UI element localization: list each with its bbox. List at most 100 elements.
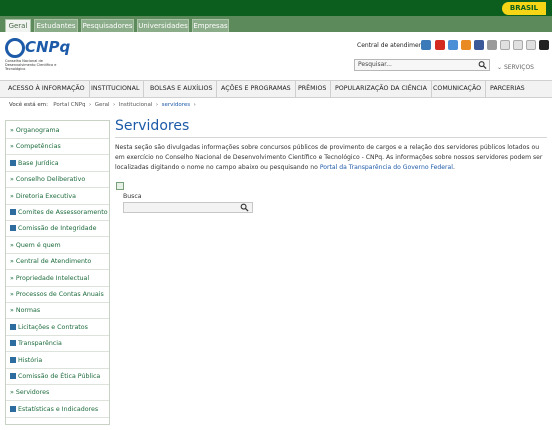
chat-icon[interactable] xyxy=(487,40,497,50)
sidebar-item[interactable]: Base Jurídica xyxy=(6,156,109,172)
bullet-icon: » xyxy=(10,291,14,298)
sidebar-item-label: Quem é quem xyxy=(15,241,61,249)
contrast-icon[interactable] xyxy=(539,40,549,50)
breadcrumb-geral[interactable]: Geral xyxy=(95,102,110,108)
document-icon xyxy=(116,182,124,190)
tab-geral[interactable]: Geral xyxy=(5,19,31,32)
nav-parcerias[interactable]: Parcerias xyxy=(486,81,529,97)
tab-pesquisadores[interactable]: Pesquisadores xyxy=(81,19,134,32)
header-search-input[interactable]: Pesquisar... xyxy=(354,59,490,71)
bullet-icon: » xyxy=(10,127,14,134)
main-nav: Acesso à informação Institucional Bolsas… xyxy=(0,80,552,98)
bullet-icon: » xyxy=(10,176,14,184)
nav-bolsas-auxilios[interactable]: Bolsas e Auxílios xyxy=(146,81,218,97)
bullet-icon: » xyxy=(10,192,14,200)
sidebar-item-label: Base Jurídica xyxy=(18,159,59,167)
rss-icon[interactable] xyxy=(461,40,471,50)
bullet-icon: » xyxy=(10,274,14,282)
expand-icon xyxy=(10,340,16,347)
breadcrumb: Você está em: Portal CNPq › Geral › Inst… xyxy=(9,102,196,108)
sidebar-item[interactable]: » Servidores xyxy=(6,385,109,402)
font-decrease-icon[interactable] xyxy=(526,40,536,50)
sidebar-item[interactable]: » Organograma xyxy=(6,123,109,139)
sidebar-item-label: Servidores xyxy=(15,389,50,397)
nav-acoes-programas[interactable]: Ações e Programas xyxy=(217,81,296,97)
youtube-icon[interactable] xyxy=(435,40,445,50)
site-header: CNPq Conselho Nacional de Desenvolviment… xyxy=(0,32,552,78)
nav-premios[interactable]: Prêmios xyxy=(294,81,332,97)
sidebar-item[interactable]: » Central de Atendimento xyxy=(6,254,109,271)
breadcrumb-label: Você está em: xyxy=(9,102,48,108)
sidebar-item-label: Diretoria Executiva xyxy=(15,192,76,200)
brasil-link[interactable]: BRASIL xyxy=(502,2,546,15)
font-size-icon[interactable] xyxy=(513,40,523,50)
portal-transparencia-link[interactable]: Portal da Transparência do Governo Feder… xyxy=(320,164,453,171)
nav-popularizacao-ciencia[interactable]: Popularização da Ciência xyxy=(331,81,432,97)
sidebar-item-label: Processos de Contas Anuais xyxy=(15,291,104,298)
sidebar-item[interactable]: » Diretoria Executiva xyxy=(6,189,109,205)
twitter-icon[interactable] xyxy=(448,40,458,50)
facebook-icon[interactable] xyxy=(474,40,484,50)
nav-acesso-informacao[interactable]: Acesso à informação xyxy=(4,81,90,97)
expand-icon xyxy=(10,405,16,412)
nav-comunicacao[interactable]: Comunicação xyxy=(429,81,487,97)
title-divider xyxy=(115,137,547,138)
busca-label: Busca xyxy=(123,193,142,200)
help-icon[interactable] xyxy=(500,40,510,50)
search-icon[interactable] xyxy=(478,60,487,70)
sidebar-item[interactable]: » Propriedade Intelectual xyxy=(6,271,109,287)
sidebar-item-label: História xyxy=(18,356,43,364)
sidebar-item-label: Estatísticas e Indicadores xyxy=(18,405,99,413)
expand-icon xyxy=(10,159,16,166)
expand-icon xyxy=(10,209,16,215)
cnpq-logo-icon[interactable] xyxy=(5,38,25,58)
sidebar-item-label: Transparência xyxy=(18,340,62,348)
sidebar-item-label: Conselho Deliberativo xyxy=(15,176,86,184)
busca-input[interactable] xyxy=(123,202,253,213)
sidebar-item-label: Normas xyxy=(15,307,41,315)
sidebar-menu: » Organograma» Competências Base Jurídica» C… xyxy=(5,120,110,425)
bullet-icon: » xyxy=(10,389,14,397)
intro-paragraph: Nesta seção são divulgadas informações s… xyxy=(115,143,547,173)
bullet-icon: » xyxy=(10,143,14,151)
logo-text[interactable]: CNPq xyxy=(25,38,70,56)
tab-universidades[interactable]: Universidades xyxy=(137,19,189,32)
breadcrumb-institucional[interactable]: Institucional xyxy=(119,102,153,108)
sidebar-item[interactable]: » Conselho Deliberativo xyxy=(6,172,109,189)
bullet-icon: » xyxy=(10,258,14,266)
tab-estudantes[interactable]: Estudantes xyxy=(34,19,78,32)
nav-institucional[interactable]: Institucional xyxy=(87,81,145,97)
gov-bar: BRASIL xyxy=(0,0,552,16)
search-placeholder: Pesquisar... xyxy=(358,61,392,68)
expand-icon xyxy=(10,373,16,379)
sidebar-item-label: Competências xyxy=(15,143,61,151)
servicos-menu[interactable]: ⌄ SERVIÇOS xyxy=(497,64,534,71)
expand-icon xyxy=(10,225,16,232)
sidebar-item-label: Comissão de Ética Pública xyxy=(18,373,101,380)
intro-text-end: . xyxy=(452,164,455,171)
sidebar-item-label: Comissão de Integridade xyxy=(18,225,97,233)
sidebar-item[interactable]: » Competências xyxy=(6,139,109,156)
sidebar-item-label: Organograma xyxy=(15,127,60,134)
sidebar-item[interactable]: Licitações e Contratos xyxy=(6,320,109,336)
audience-tabs: Geral Estudantes Pesquisadores Universid… xyxy=(0,16,552,32)
central-atendimento-link[interactable]: Central de atendimento xyxy=(357,42,429,49)
sidebar-item[interactable]: » Processos de Contas Anuais xyxy=(6,287,109,303)
expand-icon xyxy=(10,323,16,330)
phone-icon[interactable] xyxy=(421,40,431,50)
sidebar-item[interactable]: Comissão de Ética Pública xyxy=(6,369,109,385)
sidebar-item-label: Comites de Assessoramento xyxy=(18,209,108,216)
sidebar-item[interactable]: » Normas xyxy=(6,303,109,320)
sidebar-item[interactable]: » Quem é quem xyxy=(6,238,109,254)
chevron-down-icon: ⌄ xyxy=(497,64,503,71)
page-title: Servidores xyxy=(115,118,190,134)
sidebar-item[interactable]: Comissão de Integridade xyxy=(6,221,109,238)
bullet-icon: » xyxy=(10,307,14,315)
tab-empresas[interactable]: Empresas xyxy=(192,19,229,32)
breadcrumb-portal[interactable]: Portal CNPq xyxy=(53,102,85,108)
busca-search-icon[interactable] xyxy=(240,203,249,212)
sidebar-item[interactable]: Transparência xyxy=(6,336,109,353)
sidebar-item[interactable]: Comites de Assessoramento xyxy=(6,205,109,221)
sidebar-item[interactable]: Estatísticas e Indicadores xyxy=(6,402,109,418)
sidebar-item[interactable]: História xyxy=(6,353,109,369)
